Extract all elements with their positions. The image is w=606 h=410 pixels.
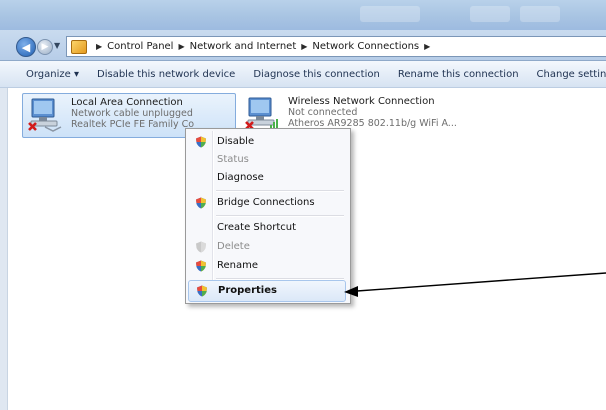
connection-device: Realtek PCIe FE Family Co bbox=[71, 119, 195, 130]
menu-item-diagnose[interactable]: Diagnose bbox=[188, 168, 346, 188]
menu-item-rename[interactable]: Rename bbox=[188, 256, 346, 276]
wireless-adapter-icon bbox=[245, 97, 278, 130]
breadcrumb-separator[interactable]: ▶ bbox=[178, 42, 184, 51]
control-panel-icon bbox=[71, 39, 87, 54]
breadcrumb-network-and-internet[interactable]: Network and Internet bbox=[190, 41, 297, 52]
blurred-title-region bbox=[360, 6, 420, 22]
network-adapter-icon bbox=[28, 98, 62, 132]
blurred-title-region bbox=[520, 6, 560, 22]
breadcrumb-separator[interactable]: ▶ bbox=[301, 42, 307, 51]
diagnose-connection-button[interactable]: Diagnose this connection bbox=[253, 69, 379, 80]
forward-button[interactable]: ▶ bbox=[37, 39, 53, 55]
menu-item-label: Diagnose bbox=[217, 172, 264, 183]
menu-separator bbox=[216, 215, 344, 217]
shield-icon bbox=[196, 260, 206, 272]
menu-item-disable[interactable]: Disable bbox=[188, 132, 346, 152]
menu-item-label: Delete bbox=[217, 241, 250, 252]
breadcrumb-network-connections[interactable]: Network Connections bbox=[312, 41, 419, 52]
breadcrumb-control-panel[interactable]: Control Panel bbox=[107, 41, 173, 52]
menu-item-label: Create Shortcut bbox=[217, 222, 296, 233]
menu-item-bridge-connections[interactable]: Bridge Connections bbox=[188, 193, 346, 213]
breadcrumb-separator[interactable]: ▶ bbox=[96, 42, 102, 51]
menu-item-label: Disable bbox=[217, 136, 255, 147]
menu-separator bbox=[216, 190, 344, 192]
shield-icon bbox=[196, 136, 206, 148]
breadcrumb-separator[interactable]: ▶ bbox=[424, 42, 430, 51]
shield-icon bbox=[197, 285, 207, 297]
navigation-pane-edge bbox=[0, 88, 7, 410]
back-button[interactable]: ◀ bbox=[16, 37, 36, 57]
menu-item-label: Rename bbox=[217, 260, 259, 271]
shield-icon bbox=[196, 241, 206, 253]
menu-item-properties[interactable]: Properties bbox=[188, 280, 346, 302]
recent-pages-dropdown[interactable]: ▼ bbox=[54, 41, 60, 50]
shield-icon bbox=[196, 197, 206, 209]
menu-item-label: Properties bbox=[218, 285, 277, 296]
connection-name: Wireless Network Connection bbox=[288, 96, 435, 107]
context-menu: Disable Status Diagnose Bridge Connectio… bbox=[185, 128, 351, 304]
rename-connection-button[interactable]: Rename this connection bbox=[398, 69, 519, 80]
menu-item-create-shortcut[interactable]: Create Shortcut bbox=[188, 218, 346, 238]
menu-item-status: Status bbox=[188, 150, 346, 170]
menu-item-label: Bridge Connections bbox=[217, 197, 315, 208]
organize-button[interactable]: Organize ▾ bbox=[26, 69, 79, 80]
connection-status: Not connected bbox=[288, 107, 358, 118]
blurred-title-region bbox=[470, 6, 510, 22]
back-arrow-icon: ◀ bbox=[21, 40, 31, 54]
navigation-bar: ◀ ▶ ▼ ▶ Control Panel ▶ Network and Inte… bbox=[0, 30, 606, 61]
menu-item-delete: Delete bbox=[188, 237, 346, 257]
disable-device-button[interactable]: Disable this network device bbox=[97, 69, 235, 80]
forward-arrow-icon: ▶ bbox=[41, 42, 49, 52]
window-title-bar bbox=[0, 0, 606, 30]
connection-status: Network cable unplugged bbox=[71, 108, 193, 119]
change-settings-button[interactable]: Change settings of t bbox=[537, 69, 606, 80]
command-toolbar: Organize ▾ Disable this network device D… bbox=[0, 61, 606, 88]
menu-item-label: Status bbox=[217, 154, 249, 165]
connection-name: Local Area Connection bbox=[71, 97, 183, 108]
address-bar[interactable]: ▶ Control Panel ▶ Network and Internet ▶… bbox=[66, 36, 606, 57]
